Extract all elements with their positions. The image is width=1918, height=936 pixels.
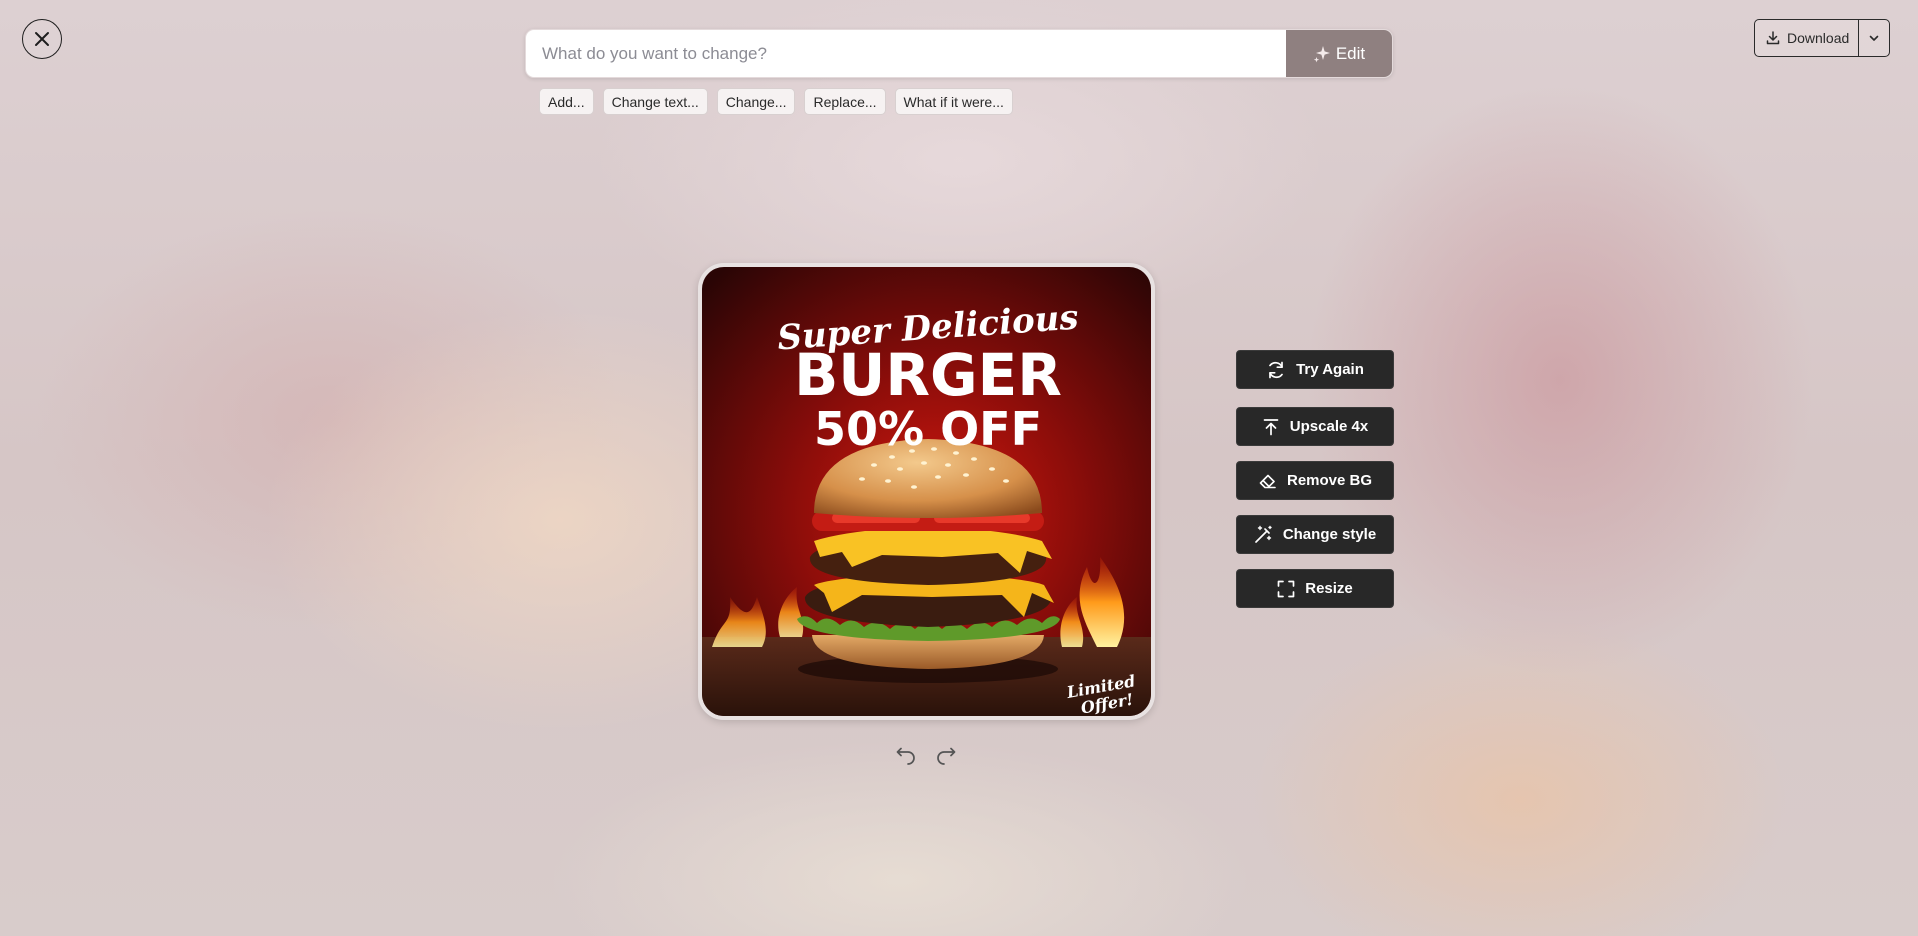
close-button[interactable]	[22, 19, 62, 59]
upscale-button[interactable]: Upscale 4x	[1236, 407, 1394, 446]
remove-bg-label: Remove BG	[1286, 472, 1373, 489]
redo-button[interactable]	[934, 745, 960, 767]
arrow-up-bar-icon	[1263, 418, 1279, 435]
try-again-button[interactable]: Try Again	[1236, 350, 1394, 389]
change-style-button[interactable]: Change style	[1236, 515, 1394, 554]
resize-corners-icon	[1277, 580, 1295, 597]
resize-label: Resize	[1305, 580, 1353, 597]
remove-bg-button[interactable]: Remove BG	[1236, 461, 1394, 500]
prompt-bar: Edit	[525, 29, 1393, 78]
download-split-button: Download	[1754, 19, 1891, 57]
chip-add[interactable]: Add...	[539, 88, 594, 115]
history-controls	[892, 745, 960, 767]
undo-button[interactable]	[892, 745, 918, 767]
chevron-down-icon	[1869, 35, 1879, 41]
resize-button[interactable]: Resize	[1236, 569, 1394, 608]
change-style-label: Change style	[1282, 526, 1377, 543]
edit-button[interactable]: Edit	[1286, 30, 1392, 77]
sparkle-icon	[1313, 45, 1330, 62]
chip-change-text[interactable]: Change text...	[602, 88, 708, 115]
prompt-input[interactable]	[526, 30, 1286, 77]
poster-discount: 50% OFF	[814, 402, 1042, 456]
generated-image[interactable]: Super Delicious BURGER 50% OFF Limited O…	[698, 263, 1155, 720]
refresh-icon	[1269, 361, 1283, 378]
try-again-label: Try Again	[1296, 361, 1364, 378]
chip-what-if[interactable]: What if it were...	[894, 88, 1013, 115]
edit-label: Edit	[1335, 43, 1366, 63]
download-button[interactable]: Download	[1755, 20, 1860, 56]
chip-replace[interactable]: Replace...	[804, 88, 886, 115]
download-icon	[1766, 31, 1780, 45]
eraser-icon	[1259, 474, 1276, 488]
burger-poster: Super Delicious BURGER 50% OFF Limited O…	[702, 267, 1151, 716]
close-icon	[35, 32, 49, 46]
suggestion-chips: Add... Change text... Change... Replace.…	[539, 88, 1013, 115]
poster-title-main: BURGER	[794, 341, 1062, 409]
upscale-label: Upscale 4x	[1289, 418, 1369, 435]
magic-wand-icon	[1254, 525, 1272, 543]
undo-icon	[896, 747, 915, 765]
download-label: Download	[1787, 30, 1850, 46]
redo-icon	[937, 747, 956, 765]
chip-change[interactable]: Change...	[716, 88, 796, 115]
download-options-button[interactable]	[1859, 20, 1889, 56]
